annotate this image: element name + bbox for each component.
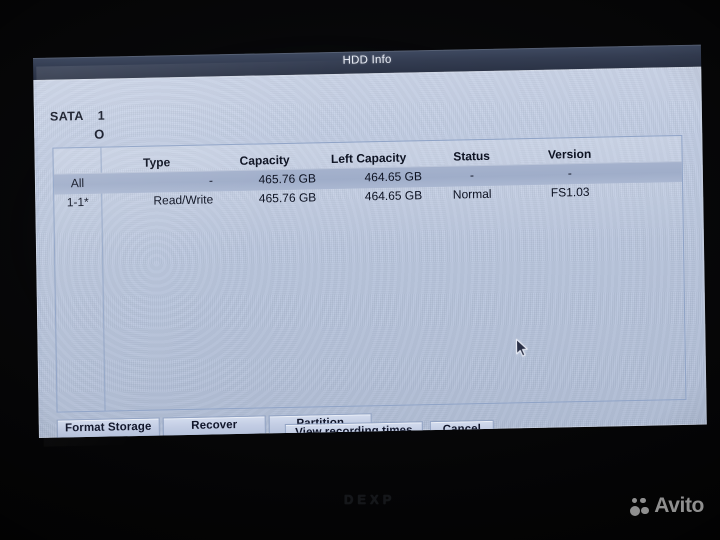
sata-number: 1 bbox=[97, 108, 106, 123]
monitor-photo: HDD Info SATA 1 O Type Capacity Left Capa… bbox=[0, 0, 720, 540]
monitor-brand-logo: DEXP bbox=[344, 492, 396, 507]
header-type: Type bbox=[142, 155, 171, 170]
recover-button[interactable]: Recover bbox=[162, 415, 266, 437]
dialog-body: SATA 1 O Type Capacity Left Capacity Stat… bbox=[33, 66, 707, 438]
sata-info: SATA 1 bbox=[50, 109, 105, 124]
cell-id: All bbox=[70, 175, 85, 191]
hdd-info-window: HDD Info SATA 1 O Type Capacity Left Capa… bbox=[33, 44, 707, 438]
sata-label: SATA bbox=[49, 108, 84, 124]
cell-left-capacity: 464.65 GB bbox=[364, 169, 423, 185]
cell-status: - bbox=[469, 168, 475, 183]
header-left-capacity: Left Capacity bbox=[330, 150, 407, 167]
avito-wordmark: Avito bbox=[654, 494, 704, 517]
header-version: Version bbox=[547, 146, 592, 162]
cell-type: Read/Write bbox=[153, 192, 214, 208]
cell-status: Normal bbox=[452, 186, 492, 202]
cell-left-capacity: 464.65 GB bbox=[364, 188, 423, 204]
avito-watermark: Avito bbox=[630, 494, 704, 518]
cell-version: FS1.03 bbox=[550, 184, 590, 200]
header-id bbox=[54, 157, 101, 158]
cell-type: - bbox=[208, 173, 214, 188]
header-capacity: Capacity bbox=[239, 152, 290, 168]
cell-capacity: 465.76 GB bbox=[258, 171, 317, 187]
header-status: Status bbox=[453, 148, 491, 164]
format-storage-button[interactable]: Format Storage bbox=[56, 417, 160, 438]
mouse-cursor-icon bbox=[515, 338, 528, 357]
cell-capacity: 465.76 GB bbox=[258, 190, 317, 206]
hdd-table: Type Capacity Left Capacity Status Versi… bbox=[52, 134, 687, 413]
cell-version: - bbox=[567, 166, 572, 181]
avito-dots-icon bbox=[630, 497, 649, 516]
cell-id: 1-1* bbox=[66, 194, 89, 210]
sata-status-indicator: O bbox=[94, 126, 105, 142]
